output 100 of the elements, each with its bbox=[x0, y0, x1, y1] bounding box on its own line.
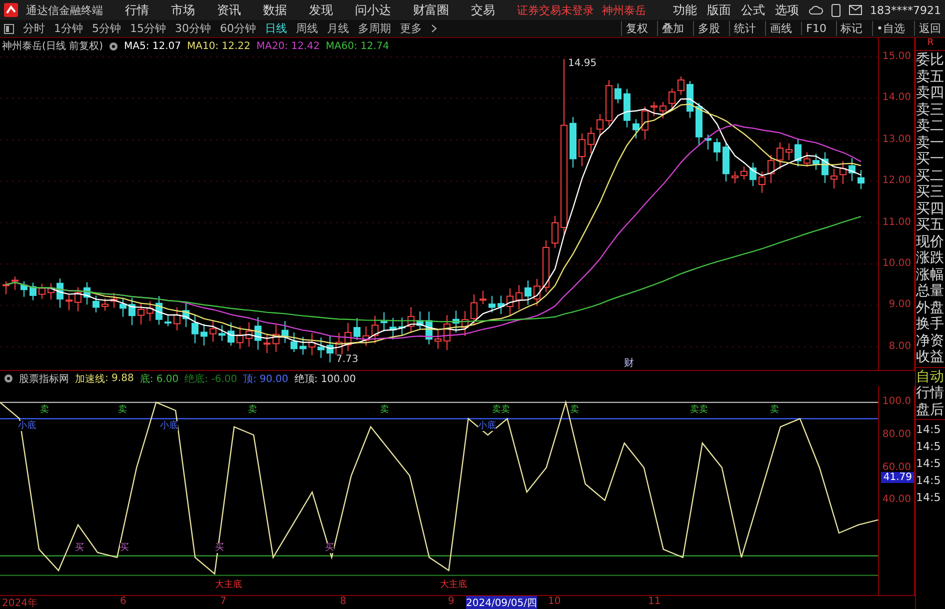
quote-label: 买五 bbox=[916, 217, 945, 234]
panel-toggle-icon[interactable] bbox=[4, 24, 14, 34]
quote-label: 买三 bbox=[916, 184, 945, 200]
quote-label: 现价 bbox=[916, 234, 945, 250]
signal-label: 卖卖 bbox=[492, 405, 510, 415]
date-axis-label: 6 bbox=[120, 596, 126, 607]
period-tab[interactable]: 分时 bbox=[23, 21, 45, 36]
mode-tab[interactable]: 行情 bbox=[916, 385, 945, 402]
signal-label: 卖 bbox=[118, 405, 127, 415]
indicator-value: 绝底: -6.00 bbox=[184, 372, 238, 386]
menu-item[interactable]: 功能 bbox=[673, 2, 697, 18]
cloud-icon[interactable] bbox=[809, 4, 823, 16]
trade-time: 14:5 bbox=[916, 422, 942, 438]
high-price-label: 14.95 bbox=[568, 58, 597, 69]
account-number[interactable]: 183****7921 bbox=[870, 4, 941, 16]
current-value-badge: 41.79 bbox=[881, 472, 914, 484]
trade-time: 14:5 bbox=[916, 456, 942, 472]
settings-icon[interactable] bbox=[108, 42, 118, 50]
chevron-right-icon[interactable] bbox=[431, 24, 437, 33]
toolbar-button[interactable]: 返回 bbox=[914, 21, 941, 36]
menu-item[interactable]: 发现 bbox=[309, 2, 333, 18]
quote-label: 净资 bbox=[916, 332, 945, 349]
notice-link[interactable]: 证券交易未登录 bbox=[517, 2, 594, 18]
quote-label: 买四 bbox=[916, 200, 945, 217]
price-axis-label: 11.00 bbox=[882, 216, 911, 228]
quote-label: 外盘 bbox=[916, 300, 945, 316]
quote-label: 卖二 bbox=[916, 118, 945, 134]
date-axis-label: 8 bbox=[340, 596, 346, 607]
quote-label: 换手 bbox=[916, 316, 945, 332]
period-tab[interactable]: 60分钟 bbox=[220, 21, 256, 36]
period-tab[interactable]: 15分钟 bbox=[130, 21, 166, 36]
stock-title: 神州泰岳(日线 前复权) bbox=[2, 40, 103, 53]
mode-tab[interactable]: 自动 bbox=[916, 368, 945, 385]
quote-label: 涨幅 bbox=[916, 266, 945, 283]
mail-icon[interactable] bbox=[849, 5, 862, 15]
toolbar-button[interactable]: 统计 bbox=[729, 21, 756, 36]
date-axis-label: 2024年 bbox=[2, 597, 38, 609]
menu-item[interactable]: 资讯 bbox=[217, 2, 241, 18]
period-tab[interactable]: 日线 bbox=[265, 21, 287, 36]
indicator-axis-label: 60.00 bbox=[882, 462, 911, 473]
menu-item[interactable]: 选项 bbox=[775, 2, 799, 18]
signal-label: 大主底 bbox=[215, 580, 242, 590]
phone-icon[interactable] bbox=[831, 4, 841, 16]
signal-label: 买 bbox=[120, 543, 129, 553]
indicator-value: 顶: 90.00 bbox=[243, 372, 288, 386]
signal-label: 小底 bbox=[18, 421, 36, 431]
indicator-axis-label: 100.0 bbox=[882, 396, 911, 408]
series-name: 加速线 bbox=[75, 372, 105, 386]
toolbar-button[interactable]: 标记 bbox=[836, 21, 862, 36]
date-axis-label: 2024/09/05/四 bbox=[466, 596, 538, 609]
period-tab[interactable]: 5分钟 bbox=[92, 21, 121, 36]
date-axis-label: 11 bbox=[648, 596, 661, 607]
signal-label: 大主底 bbox=[440, 580, 467, 590]
toolbar-button[interactable]: F10 bbox=[801, 22, 826, 35]
indicator-axis-label: 80.00 bbox=[882, 428, 911, 440]
signal-label: 买 bbox=[325, 543, 334, 553]
period-tab[interactable]: 更多 bbox=[400, 21, 422, 36]
menu-item[interactable]: 市场 bbox=[171, 2, 195, 18]
menu-item[interactable]: 数据 bbox=[263, 2, 287, 18]
trade-time: 14:5 bbox=[916, 490, 942, 506]
mode-tab[interactable]: 盘后 bbox=[916, 402, 945, 418]
menu-item[interactable]: 公式 bbox=[741, 2, 765, 18]
period-tab[interactable]: 月线 bbox=[327, 21, 349, 36]
indicator-value: 绝顶: 100.00 bbox=[294, 372, 356, 386]
toolbar-button[interactable]: 多股 bbox=[693, 21, 720, 36]
toolbar-button[interactable]: 叠加 bbox=[657, 21, 684, 36]
price-axis-label: 10.00 bbox=[882, 258, 911, 269]
toolbar-button[interactable]: 画线 bbox=[765, 21, 792, 36]
moving-average-value: MA10: 12.22 bbox=[187, 40, 250, 52]
signal-label: 卖 bbox=[770, 405, 779, 415]
menu-item[interactable]: 版面 bbox=[707, 2, 731, 18]
trade-time: 14:5 bbox=[916, 439, 942, 455]
toolbar-button[interactable]: 复权 bbox=[621, 21, 648, 36]
quote-label: 总量 bbox=[916, 283, 945, 300]
period-tab[interactable]: 周线 bbox=[296, 21, 318, 36]
signal-label: 卖卖 bbox=[690, 405, 708, 415]
date-axis-label: 10 bbox=[548, 596, 561, 607]
quote-label: 买二 bbox=[916, 168, 945, 184]
notice-link[interactable]: 神州泰岳 bbox=[602, 2, 646, 18]
date-axis-label: 7 bbox=[220, 596, 226, 607]
menu-item[interactable]: 交易 bbox=[471, 2, 495, 18]
menu-item[interactable]: 行情 bbox=[125, 2, 149, 18]
period-tab[interactable]: 30分钟 bbox=[175, 21, 211, 36]
quote-label: 收益 bbox=[916, 349, 945, 366]
period-tab[interactable]: 1分钟 bbox=[54, 21, 83, 36]
moving-average-value: MA20: 12.42 bbox=[256, 40, 320, 52]
toolbar-button[interactable]: •自选 bbox=[872, 21, 905, 36]
menu-item[interactable]: 问小达 bbox=[355, 2, 391, 18]
menu-item[interactable]: 财富圈 bbox=[413, 2, 449, 18]
quote-label: 卖五 bbox=[916, 68, 945, 85]
signal-label: 卖 bbox=[570, 405, 579, 415]
quote-label: 卖一 bbox=[916, 134, 945, 151]
moving-average-value: MA5: 12.07 bbox=[124, 40, 181, 52]
indicator-title: 股票指标网 bbox=[19, 372, 69, 386]
signal-label: 买 bbox=[75, 543, 84, 553]
quote-label: 卖三 bbox=[916, 102, 945, 118]
moving-average-value: MA60: 12.74 bbox=[326, 40, 390, 52]
period-tab[interactable]: 多周期 bbox=[358, 21, 391, 36]
settings-icon[interactable] bbox=[4, 374, 13, 383]
price-axis-label: 15.00 bbox=[882, 51, 911, 62]
